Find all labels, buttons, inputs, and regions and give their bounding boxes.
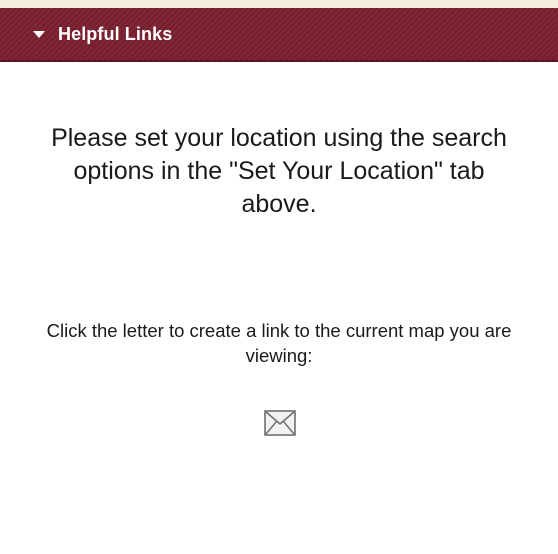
link-instructions: Click the letter to create a link to the… [46, 320, 512, 366]
create-link-button[interactable] [264, 410, 296, 436]
envelope-icon [264, 410, 296, 436]
helpful-links-page: Helpful Links Please set your location u… [0, 0, 558, 554]
helpful-links-header[interactable]: Helpful Links [0, 8, 558, 62]
caret-down-icon [33, 30, 45, 38]
panel-title: Helpful Links [58, 23, 173, 44]
location-message: Please set your location using the searc… [51, 124, 507, 218]
panel-content: Please set your location using the searc… [0, 62, 558, 554]
